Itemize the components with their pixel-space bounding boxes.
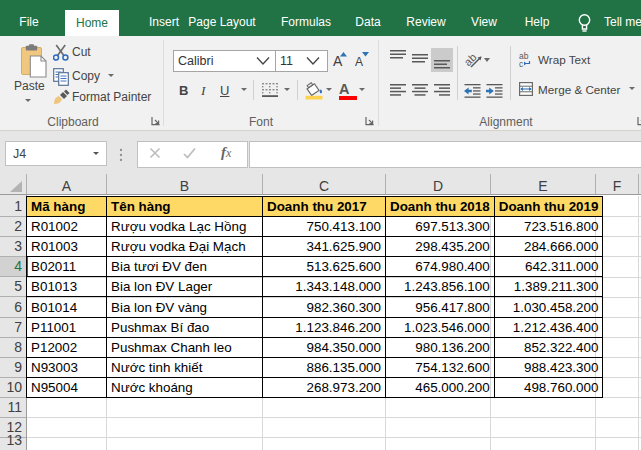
svg-text:ab: ab xyxy=(464,51,479,68)
